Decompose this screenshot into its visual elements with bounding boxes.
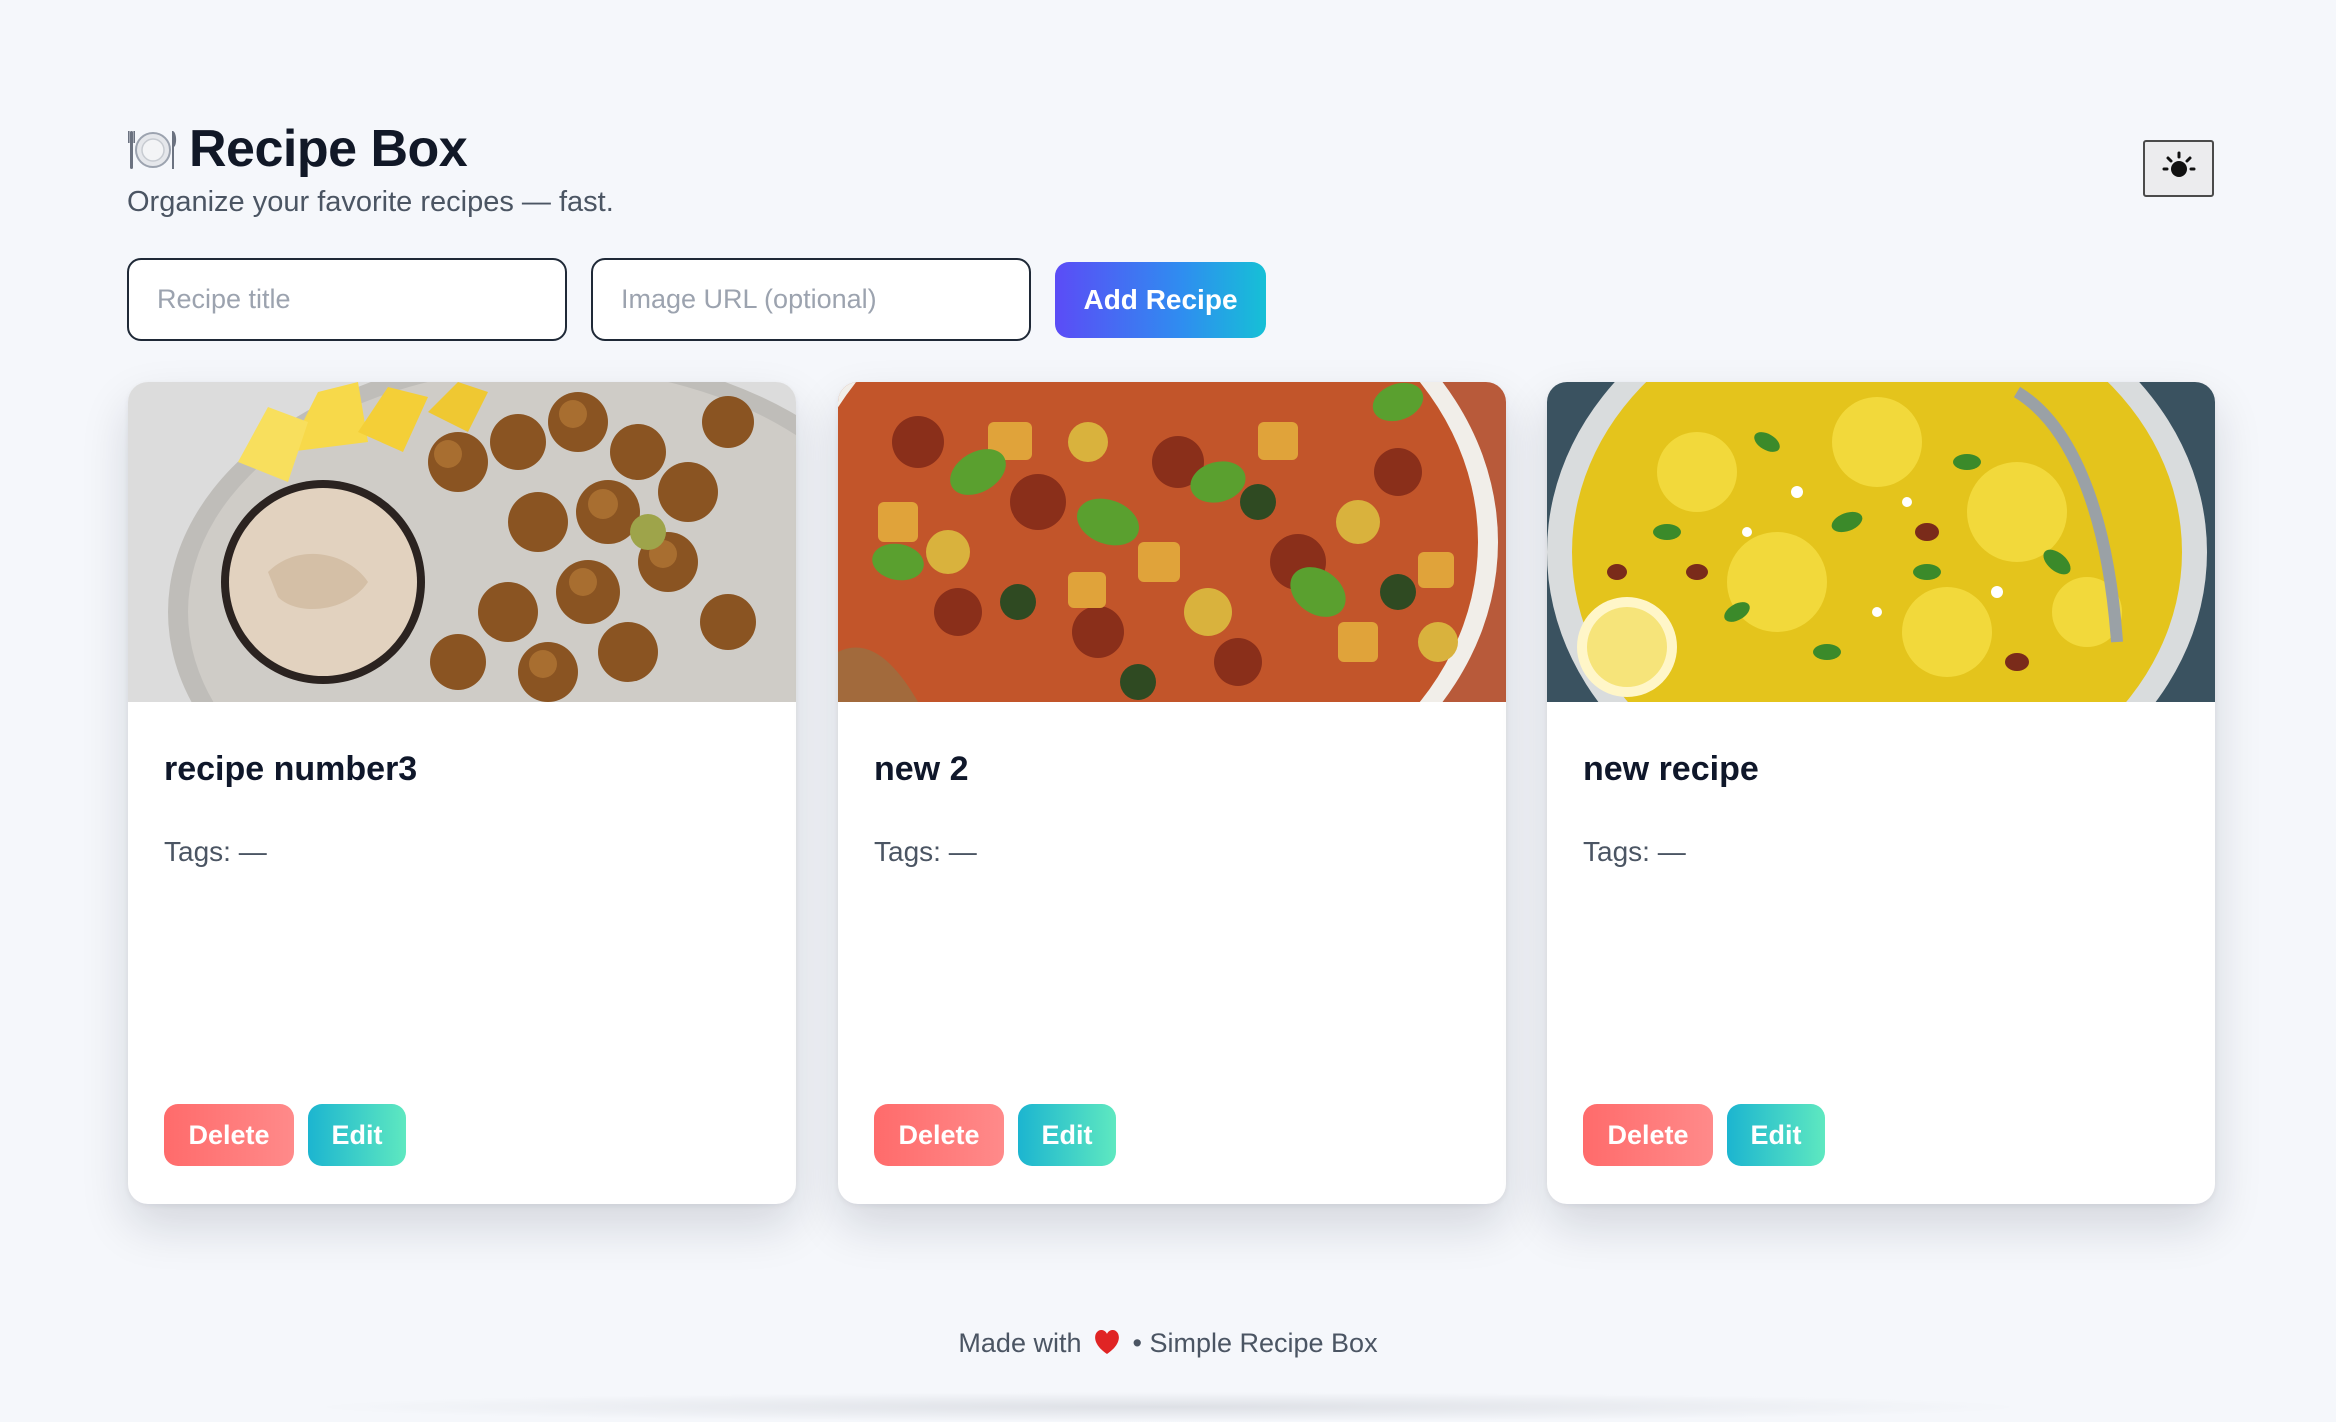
app-title: Recipe Box — [189, 120, 468, 178]
delete-button[interactable]: Delete — [874, 1104, 1004, 1166]
recipe-title: new 2 — [874, 750, 969, 788]
recipe-tags: Tags: — — [1583, 836, 1686, 867]
delete-button[interactable]: Delete — [1583, 1104, 1713, 1166]
footer-made-with: Made with — [958, 1328, 1082, 1358]
recipe-image-falafel — [128, 382, 796, 702]
footer: Made with • Simple Recipe Box — [0, 1328, 2336, 1362]
page-subtitle: Organize your favorite recipes — fast. — [127, 186, 614, 218]
recipe-image-vegetables — [838, 382, 1506, 702]
recipe-tags: Tags: — — [164, 836, 267, 867]
page-title: Recipe Box — [127, 117, 468, 181]
plate-cutlery-icon — [127, 123, 179, 175]
edit-button[interactable]: Edit — [1018, 1104, 1116, 1166]
recipe-card: new 2 Tags: — Delete Edit — [838, 382, 1506, 1204]
image-url-input[interactable] — [591, 258, 1031, 341]
theme-toggle-button[interactable] — [2143, 140, 2214, 197]
recipe-title: recipe number3 — [164, 750, 418, 788]
recipe-title: new recipe — [1583, 750, 1759, 788]
delete-button[interactable]: Delete — [164, 1104, 294, 1166]
footer-app-name: • Simple Recipe Box — [1132, 1328, 1378, 1358]
recipe-image-poha — [1547, 382, 2215, 702]
recipe-card: recipe number3 Tags: — Delete Edit — [128, 382, 796, 1204]
recipe-card: new recipe Tags: — Delete Edit — [1547, 382, 2215, 1204]
edit-button[interactable]: Edit — [1727, 1104, 1825, 1166]
sun-icon — [2162, 150, 2196, 187]
footer-shadow — [300, 1392, 2036, 1422]
recipe-title-input[interactable] — [127, 258, 567, 341]
recipe-tags: Tags: — — [874, 836, 977, 867]
heart-icon — [1093, 1329, 1121, 1362]
edit-button[interactable]: Edit — [308, 1104, 406, 1166]
add-recipe-button[interactable]: Add Recipe — [1055, 262, 1266, 338]
